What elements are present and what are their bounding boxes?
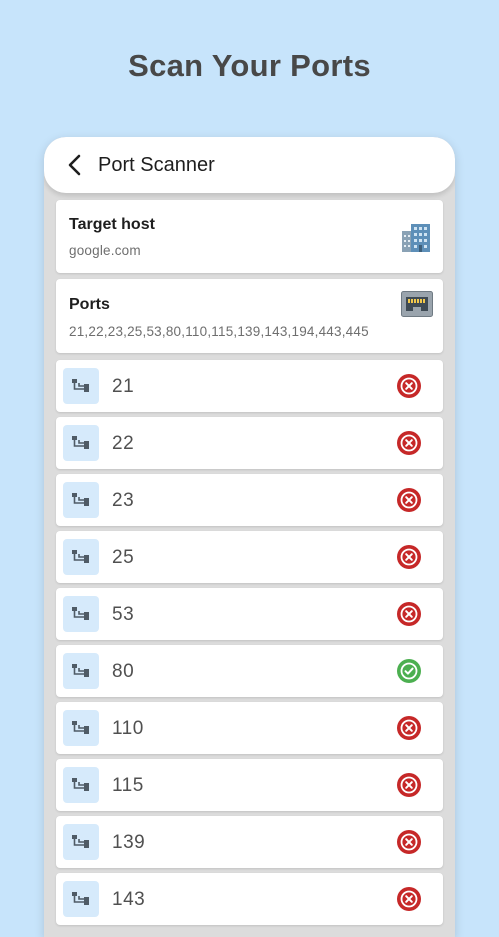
port-number: 25	[112, 547, 135, 568]
network-icon	[63, 482, 99, 518]
port-result-row[interactable]: 110	[56, 702, 443, 754]
port-result-row[interactable]: 53	[56, 588, 443, 640]
port-number: 139	[112, 832, 146, 853]
app-bar: Port Scanner	[44, 137, 455, 193]
network-icon	[63, 368, 99, 404]
back-button[interactable]	[62, 151, 86, 179]
target-host-value[interactable]: google.com	[69, 243, 141, 258]
ethernet-port-icon	[401, 291, 433, 322]
ports-value[interactable]: 21,22,23,25,53,80,110,115,139,143,194,44…	[69, 324, 369, 339]
close-circle-icon	[396, 487, 422, 513]
network-icon	[63, 881, 99, 917]
arrow-back-icon	[68, 154, 81, 176]
port-number: 143	[112, 889, 146, 910]
port-number: 53	[112, 604, 135, 625]
network-icon	[63, 653, 99, 689]
port-result-row[interactable]: 115	[56, 759, 443, 811]
close-circle-icon	[396, 772, 422, 798]
building-icon	[399, 222, 433, 259]
target-host-label: Target host	[69, 216, 155, 233]
port-number: 80	[112, 661, 135, 682]
port-result-row[interactable]: 22	[56, 417, 443, 469]
close-circle-icon	[396, 715, 422, 741]
page-title: Port Scanner	[98, 154, 215, 176]
port-result-row[interactable]: 21	[56, 360, 443, 412]
port-number: 23	[112, 490, 135, 511]
close-circle-icon	[396, 544, 422, 570]
port-number: 110	[112, 718, 144, 739]
port-number: 21	[112, 376, 135, 397]
check-circle-icon	[396, 658, 422, 684]
port-result-row[interactable]: 23	[56, 474, 443, 526]
close-circle-icon	[396, 886, 422, 912]
network-icon	[63, 425, 99, 461]
network-icon	[63, 824, 99, 860]
target-host-card[interactable]: Target host google.com	[56, 200, 443, 273]
port-result-row[interactable]: 80	[56, 645, 443, 697]
ports-label: Ports	[69, 296, 110, 313]
port-number: 115	[112, 775, 144, 796]
phone-screen: Port Scanner Target host google.com Port…	[44, 137, 455, 937]
close-circle-icon	[396, 601, 422, 627]
close-circle-icon	[396, 373, 422, 399]
network-icon	[63, 767, 99, 803]
promo-title: Scan Your Ports	[128, 48, 371, 83]
network-icon	[63, 710, 99, 746]
ports-card[interactable]: Ports 21,22,23,25,53,80,110,115,139,143,…	[56, 279, 443, 353]
port-result-row[interactable]: 139	[56, 816, 443, 868]
port-result-row[interactable]: 25	[56, 531, 443, 583]
port-result-row[interactable]: 143	[56, 873, 443, 925]
close-circle-icon	[396, 430, 422, 456]
network-icon	[63, 596, 99, 632]
close-circle-icon	[396, 829, 422, 855]
network-icon	[63, 539, 99, 575]
port-number: 22	[112, 433, 135, 454]
